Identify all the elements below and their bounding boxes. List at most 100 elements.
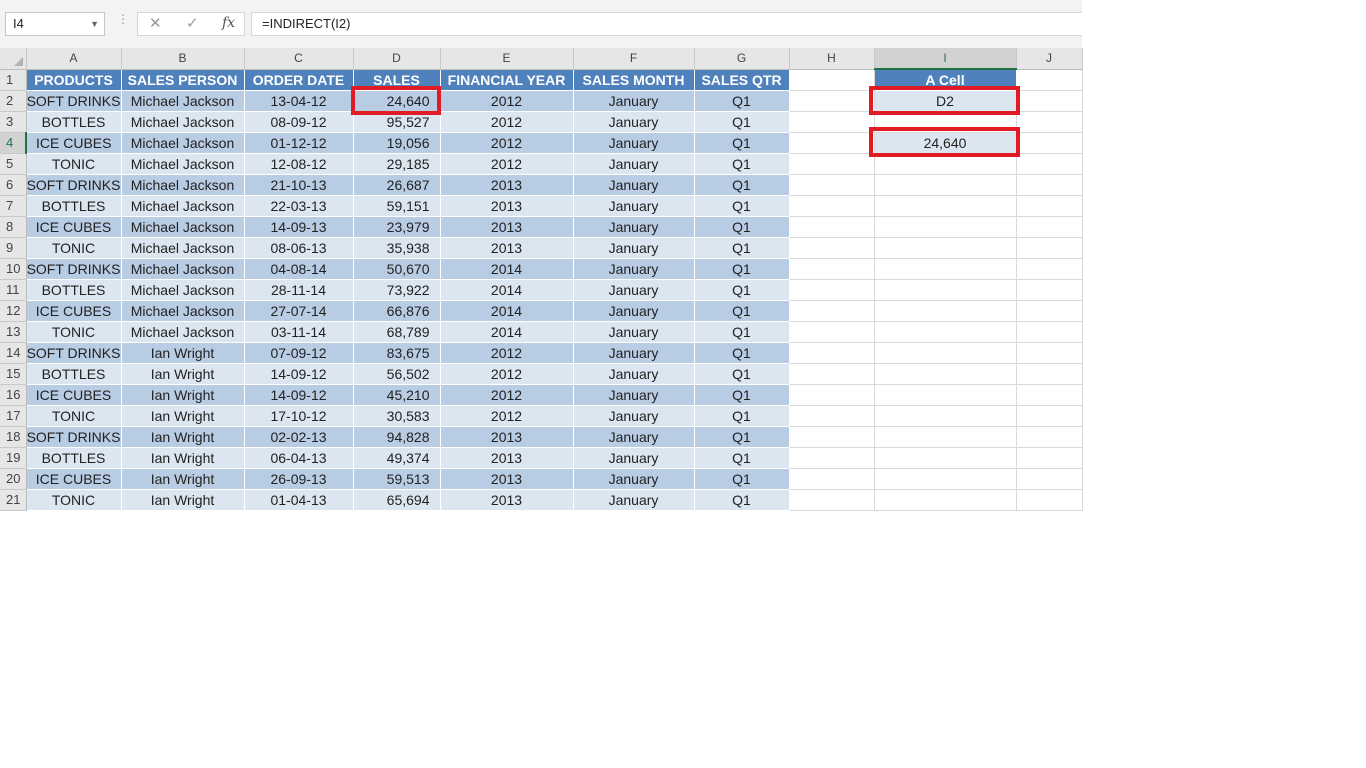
cell-a20[interactable]: ICE CUBES bbox=[26, 468, 122, 490]
cell-b3[interactable]: Michael Jackson bbox=[121, 111, 245, 133]
cell-f21[interactable]: January bbox=[573, 489, 695, 511]
cell-j12[interactable] bbox=[1016, 300, 1083, 322]
cell-a21[interactable]: TONIC bbox=[26, 489, 122, 511]
cell-e13[interactable]: 2014 bbox=[440, 321, 574, 343]
cell-j11[interactable] bbox=[1016, 279, 1083, 301]
cell-h5[interactable] bbox=[789, 153, 875, 175]
row-header-5[interactable]: 5 bbox=[0, 153, 27, 175]
cell-e15[interactable]: 2012 bbox=[440, 363, 574, 385]
cell-a2[interactable]: SOFT DRINKS bbox=[26, 90, 122, 112]
cell-i15[interactable] bbox=[874, 363, 1017, 385]
cell-i6[interactable] bbox=[874, 174, 1017, 196]
cell-d5[interactable]: 29,185 bbox=[353, 153, 441, 175]
row-header-9[interactable]: 9 bbox=[0, 237, 27, 259]
cell-e14[interactable]: 2012 bbox=[440, 342, 574, 364]
cell-g14[interactable]: Q1 bbox=[694, 342, 790, 364]
cell-a18[interactable]: SOFT DRINKS bbox=[26, 426, 122, 448]
row-header-14[interactable]: 14 bbox=[0, 342, 27, 364]
cell-a14[interactable]: SOFT DRINKS bbox=[26, 342, 122, 364]
cell-e6[interactable]: 2013 bbox=[440, 174, 574, 196]
row-header-15[interactable]: 15 bbox=[0, 363, 27, 385]
cell-a3[interactable]: BOTTLES bbox=[26, 111, 122, 133]
cell-j19[interactable] bbox=[1016, 447, 1083, 469]
cell-d12[interactable]: 66,876 bbox=[353, 300, 441, 322]
cell-f8[interactable]: January bbox=[573, 216, 695, 238]
cell-g18[interactable]: Q1 bbox=[694, 426, 790, 448]
cell-g15[interactable]: Q1 bbox=[694, 363, 790, 385]
cell-b5[interactable]: Michael Jackson bbox=[121, 153, 245, 175]
row-header-16[interactable]: 16 bbox=[0, 384, 27, 406]
cell-i19[interactable] bbox=[874, 447, 1017, 469]
cell-b11[interactable]: Michael Jackson bbox=[121, 279, 245, 301]
cell-i10[interactable] bbox=[874, 258, 1017, 280]
cell-d19[interactable]: 49,374 bbox=[353, 447, 441, 469]
cell-j1[interactable] bbox=[1016, 69, 1083, 91]
cell-c20[interactable]: 26-09-13 bbox=[244, 468, 354, 490]
cell-g21[interactable]: Q1 bbox=[694, 489, 790, 511]
cell-h11[interactable] bbox=[789, 279, 875, 301]
insert-function-icon[interactable]: fx bbox=[222, 15, 235, 31]
cell-f9[interactable]: January bbox=[573, 237, 695, 259]
cell-c9[interactable]: 08-06-13 bbox=[244, 237, 354, 259]
cell-e5[interactable]: 2012 bbox=[440, 153, 574, 175]
cell-b17[interactable]: Ian Wright bbox=[121, 405, 245, 427]
cell-c5[interactable]: 12-08-12 bbox=[244, 153, 354, 175]
chevron-down-icon[interactable]: ▼ bbox=[90, 13, 99, 35]
cell-c16[interactable]: 14-09-12 bbox=[244, 384, 354, 406]
cell-c14[interactable]: 07-09-12 bbox=[244, 342, 354, 364]
cell-i20[interactable] bbox=[874, 468, 1017, 490]
cell-f19[interactable]: January bbox=[573, 447, 695, 469]
cell-h16[interactable] bbox=[789, 384, 875, 406]
cell-c18[interactable]: 02-02-13 bbox=[244, 426, 354, 448]
cell-h18[interactable] bbox=[789, 426, 875, 448]
cell-g7[interactable]: Q1 bbox=[694, 195, 790, 217]
cell-i9[interactable] bbox=[874, 237, 1017, 259]
cell-e1[interactable]: FINANCIAL YEAR bbox=[440, 69, 574, 91]
cell-b8[interactable]: Michael Jackson bbox=[121, 216, 245, 238]
row-header-21[interactable]: 21 bbox=[0, 489, 27, 511]
cell-b13[interactable]: Michael Jackson bbox=[121, 321, 245, 343]
cell-g9[interactable]: Q1 bbox=[694, 237, 790, 259]
cell-d15[interactable]: 56,502 bbox=[353, 363, 441, 385]
cell-a19[interactable]: BOTTLES bbox=[26, 447, 122, 469]
cell-g10[interactable]: Q1 bbox=[694, 258, 790, 280]
cell-c11[interactable]: 28-11-14 bbox=[244, 279, 354, 301]
row-header-6[interactable]: 6 bbox=[0, 174, 27, 196]
cell-c10[interactable]: 04-08-14 bbox=[244, 258, 354, 280]
cell-a16[interactable]: ICE CUBES bbox=[26, 384, 122, 406]
cell-e17[interactable]: 2012 bbox=[440, 405, 574, 427]
cell-g13[interactable]: Q1 bbox=[694, 321, 790, 343]
cell-j20[interactable] bbox=[1016, 468, 1083, 490]
row-header-20[interactable]: 20 bbox=[0, 468, 27, 490]
cell-a1[interactable]: PRODUCTS bbox=[26, 69, 122, 91]
cell-f4[interactable]: January bbox=[573, 132, 695, 154]
cell-e12[interactable]: 2014 bbox=[440, 300, 574, 322]
cell-f14[interactable]: January bbox=[573, 342, 695, 364]
cell-b15[interactable]: Ian Wright bbox=[121, 363, 245, 385]
cell-h17[interactable] bbox=[789, 405, 875, 427]
cell-a8[interactable]: ICE CUBES bbox=[26, 216, 122, 238]
cell-g19[interactable]: Q1 bbox=[694, 447, 790, 469]
cell-j3[interactable] bbox=[1016, 111, 1083, 133]
cell-h15[interactable] bbox=[789, 363, 875, 385]
cell-e4[interactable]: 2012 bbox=[440, 132, 574, 154]
cell-e16[interactable]: 2012 bbox=[440, 384, 574, 406]
cell-f2[interactable]: January bbox=[573, 90, 695, 112]
cell-e8[interactable]: 2013 bbox=[440, 216, 574, 238]
cell-g5[interactable]: Q1 bbox=[694, 153, 790, 175]
cell-c6[interactable]: 21-10-13 bbox=[244, 174, 354, 196]
cell-f6[interactable]: January bbox=[573, 174, 695, 196]
cell-i8[interactable] bbox=[874, 216, 1017, 238]
cell-e10[interactable]: 2014 bbox=[440, 258, 574, 280]
cell-g20[interactable]: Q1 bbox=[694, 468, 790, 490]
cell-e21[interactable]: 2013 bbox=[440, 489, 574, 511]
cell-a17[interactable]: TONIC bbox=[26, 405, 122, 427]
cell-i14[interactable] bbox=[874, 342, 1017, 364]
row-header-11[interactable]: 11 bbox=[0, 279, 27, 301]
cell-h13[interactable] bbox=[789, 321, 875, 343]
cell-h3[interactable] bbox=[789, 111, 875, 133]
cell-h19[interactable] bbox=[789, 447, 875, 469]
drag-handle-icon[interactable]: ⋮ bbox=[117, 13, 129, 25]
cell-a5[interactable]: TONIC bbox=[26, 153, 122, 175]
cell-j15[interactable] bbox=[1016, 363, 1083, 385]
